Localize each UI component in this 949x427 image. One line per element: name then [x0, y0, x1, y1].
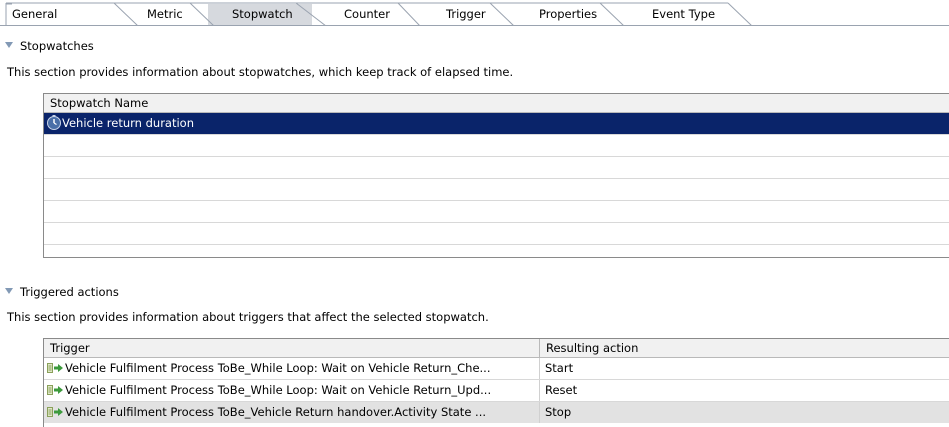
- trigger-arrow-icon: [47, 384, 63, 395]
- column-header-stopwatch-name[interactable]: Stopwatch Name: [44, 94, 949, 112]
- trigger-name: Vehicle Fulfilment Process ToBe_Vehicle …: [65, 405, 487, 419]
- expand-twisty-icon[interactable]: [5, 42, 13, 48]
- table-row: [44, 135, 949, 157]
- stopwatches-description: This section provides information about …: [7, 65, 514, 79]
- resulting-action-cell: Start: [539, 358, 949, 379]
- triggered-actions-section-header[interactable]: Triggered actions: [5, 284, 119, 300]
- tab-separators: [5, 2, 753, 26]
- section-title: Triggered actions: [20, 285, 119, 299]
- stopwatches-table: Stopwatch Name Vehicle return duration: [43, 93, 949, 258]
- table-row: [44, 179, 949, 201]
- trigger-arrow-icon: [47, 406, 63, 417]
- resulting-action-cell: Stop: [539, 402, 949, 423]
- expand-twisty-icon[interactable]: [5, 288, 13, 294]
- stopwatch-name: Vehicle return duration: [62, 116, 194, 130]
- table-row: [44, 201, 949, 223]
- triggered-actions-table: Trigger Resulting action Vehicle Fulfilm…: [43, 338, 949, 427]
- stopwatch-name-cell: Vehicle return duration: [46, 113, 946, 134]
- tab-bar: General Metric Stopwatch Counter Trigger…: [0, 0, 949, 26]
- trigger-name: Vehicle Fulfilment Process ToBe_While Lo…: [65, 383, 492, 397]
- table-row: [44, 245, 949, 266]
- triggered-actions-description: This section provides information about …: [7, 310, 489, 324]
- table-header: Trigger Resulting action: [44, 339, 949, 358]
- table-row[interactable]: Vehicle Fulfilment Process ToBe_While Lo…: [44, 358, 949, 380]
- trigger-cell: Vehicle Fulfilment Process ToBe_While Lo…: [47, 358, 539, 379]
- resulting-action-cell: Reset: [539, 380, 949, 401]
- table-row[interactable]: Vehicle Fulfilment Process ToBe_While Lo…: [44, 380, 949, 402]
- column-header-trigger[interactable]: Trigger: [44, 339, 539, 357]
- stopwatches-section-header[interactable]: Stopwatches: [5, 38, 94, 54]
- trigger-cell: Vehicle Fulfilment Process ToBe_Vehicle …: [47, 402, 539, 423]
- column-header-resulting-action[interactable]: Resulting action: [539, 339, 949, 357]
- section-title: Stopwatches: [20, 39, 94, 53]
- table-row: [44, 157, 949, 179]
- trigger-name: Vehicle Fulfilment Process ToBe_While Lo…: [65, 361, 491, 375]
- table-row[interactable]: Vehicle return duration: [44, 113, 949, 135]
- table-row: [44, 223, 949, 245]
- trigger-cell: Vehicle Fulfilment Process ToBe_While Lo…: [47, 380, 539, 401]
- trigger-arrow-icon: [47, 362, 63, 373]
- stopwatch-icon: [47, 115, 61, 130]
- table-header: Stopwatch Name: [44, 94, 949, 113]
- table-row[interactable]: Vehicle Fulfilment Process ToBe_Vehicle …: [44, 402, 949, 423]
